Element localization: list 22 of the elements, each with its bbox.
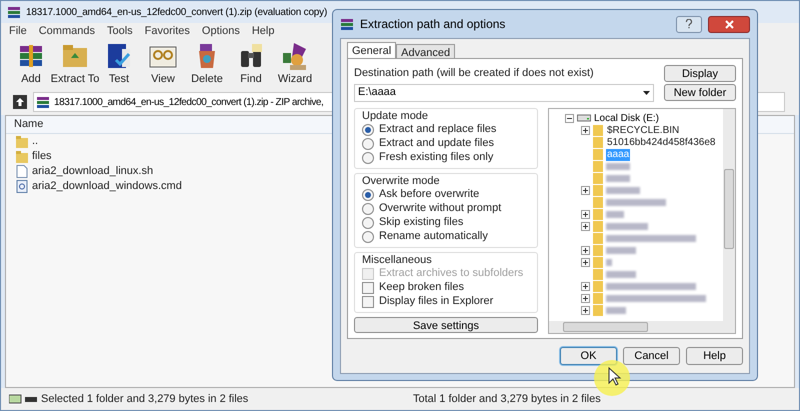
option-label: Extract and replace files xyxy=(379,122,496,138)
file-name: files xyxy=(32,149,52,164)
option-label: Ask before overwrite xyxy=(379,187,480,202)
group-title: Update mode xyxy=(362,110,430,122)
option-label: Skip existing files xyxy=(379,215,464,230)
group-title: Overwrite mode xyxy=(362,174,441,188)
window-title: 18317.1000_amd64_en-us_12fedc00_convert (1).zip (evaluation copy) xyxy=(26,6,328,20)
option-label: Extract and update files xyxy=(379,136,494,152)
dialog-title: Extraction path and options xyxy=(360,16,506,33)
status-text: Total 1 folder and 3,279 bytes in 2 files xyxy=(413,392,601,407)
field-label: Destination path (will be created if does not exist) xyxy=(354,66,595,81)
file-name: .. xyxy=(32,134,38,150)
status-text: Selected 1 folder and 3,279 bytes in 2 files xyxy=(41,392,248,407)
option-label: Extract archives to subfolders xyxy=(379,266,524,282)
option-label: Rename automatically xyxy=(379,229,488,244)
option-label: Fresh existing files only xyxy=(379,150,494,166)
option-label: Display files in Explorer xyxy=(379,294,494,310)
option-label: Keep broken files xyxy=(379,280,464,296)
file-name: aria2_download_linux.sh xyxy=(32,164,154,180)
option-label: Overwrite without prompt xyxy=(379,201,502,216)
group-title: Miscellaneous xyxy=(362,254,433,266)
file-name: aria2_download_windows.cmd xyxy=(32,179,182,194)
